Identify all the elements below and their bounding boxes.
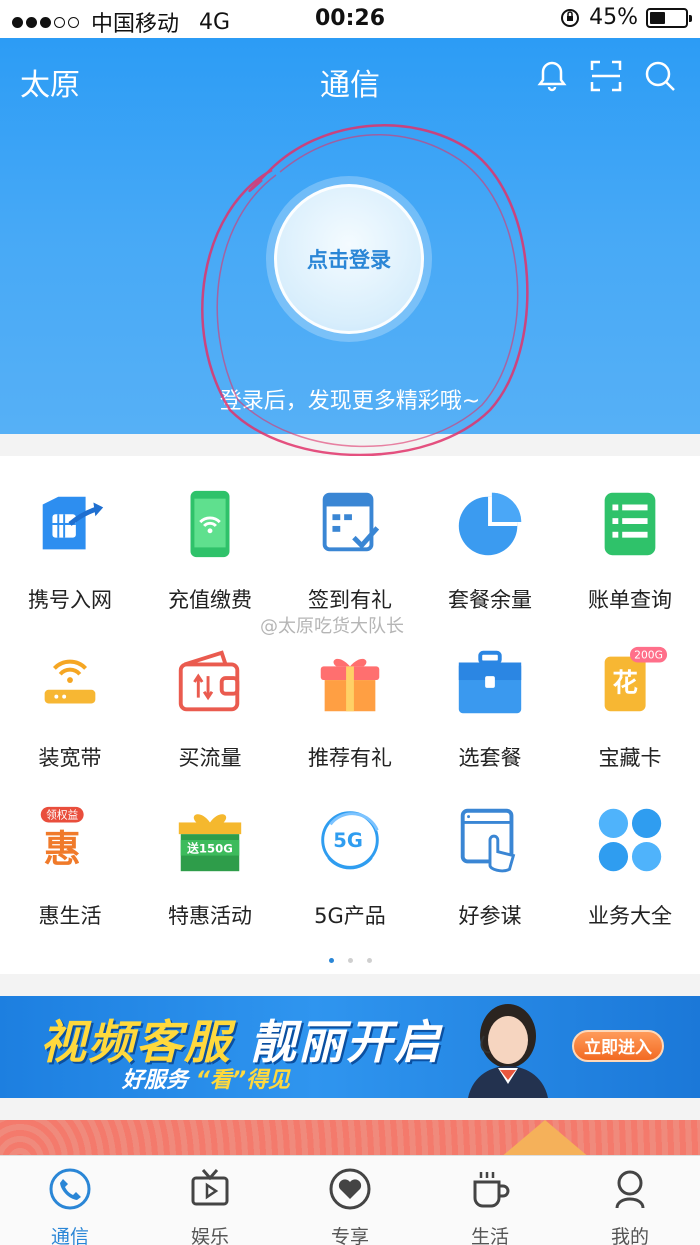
service-label: 充值缴费 [168,588,252,612]
checkin-calendar-icon [310,484,390,564]
login-ring: 点击登录 [266,176,432,342]
service-bill-list[interactable]: 账单查询 [560,484,700,642]
tab-cup[interactable]: 生活 [420,1156,560,1245]
bell-icon[interactable] [534,58,570,94]
tab-label: 专享 [330,1226,369,1245]
service-gift-box[interactable]: 推荐有礼 [280,642,420,800]
service-label: 特惠活动 [168,904,252,928]
service-label: 装宽带 [38,746,102,770]
tab-label: 我的 [610,1226,649,1245]
service-label: 账单查询 [588,588,672,612]
tab-heart[interactable]: 专享 [280,1156,420,1245]
login-tip: 登录后，发现更多精彩哦~ [219,389,481,414]
service-promo-gift[interactable]: 送150G 特惠活动 [140,800,280,958]
search-icon[interactable] [642,58,678,94]
service-treasure-card[interactable]: 花 200G 宝藏卡 [560,642,700,800]
banner-title-white: 靓丽开启 [250,1015,443,1069]
service-label: 签到有礼 [308,588,392,612]
svg-text:200G: 200G [634,649,663,662]
service-grid: 携号入网 充值缴费 签到有礼 套餐余量 账单查询装宽带 买流量 推荐有礼 选套餐 花 200G 宝藏… [0,484,700,958]
svg-text:送150G: 送150G [186,842,233,856]
tab-label: 娱乐 [190,1226,229,1245]
page-dot[interactable] [347,958,353,963]
treasure-card-icon: 花 200G [590,642,670,722]
service-5g[interactable]: 5G 5G产品 [280,800,420,958]
data-wallet-icon [170,642,250,722]
service-label: 5G产品 [314,904,386,928]
service-briefcase[interactable]: 选套餐 [420,642,560,800]
page-dot[interactable] [328,958,334,963]
all-services-icon [590,800,670,880]
service-label: 推荐有礼 [308,746,392,770]
service-label: 选套餐 [458,746,522,770]
enter-now-button[interactable]: 立即进入 [572,1030,664,1062]
watermark: @太原吃货大队长 [260,616,404,637]
service-grid-panel: 携号入网 充值缴费 签到有礼 套餐余量 账单查询装宽带 买流量 推荐有礼 选套餐 花 200G 宝藏… [0,456,700,974]
cup-icon [467,1166,513,1216]
sim-transfer-icon [30,484,110,564]
svg-text:领权益: 领权益 [46,809,78,822]
rotation-lock-icon [561,8,580,27]
login-button[interactable]: 点击登录 [274,184,424,334]
svg-text:花: 花 [612,668,637,698]
tab-label: 生活 [470,1226,509,1245]
service-label: 宝藏卡 [598,746,662,770]
service-label: 买流量 [178,746,242,770]
agent-photo-icon [468,1004,548,1098]
battery-icon [646,7,692,28]
service-data-wallet[interactable]: 买流量 [140,642,280,800]
heart-icon [327,1166,373,1216]
promo-strip [0,1120,700,1158]
tv-icon [187,1166,233,1216]
status-bar: 中国移动 4G 00:26 45% [0,0,700,38]
banner-subtitle: 好服务 “看”得见 [122,1062,290,1094]
briefcase-icon [450,642,530,722]
router-icon [30,642,110,722]
service-pie-chart[interactable]: 套餐余量 [420,484,560,642]
phone-wifi-icon [170,484,250,564]
phone-icon [47,1166,93,1216]
banner-subtitle-white: 好服务 [122,1068,189,1093]
service-hui-life[interactable]: 领权益惠惠生活 [0,800,140,958]
service-label: 携号入网 [28,588,112,612]
service-label: 套餐余量 [448,588,532,612]
bill-list-icon [590,484,670,564]
service-label: 好参谋 [458,904,522,928]
scan-icon[interactable] [588,58,624,94]
tab-phone[interactable]: 通信 [0,1156,140,1245]
page-dot[interactable] [366,958,372,963]
page-indicator [0,958,700,963]
hui-life-icon: 领权益惠 [30,800,110,880]
service-sim-transfer[interactable]: 携号入网 [0,484,140,642]
advisor-touch-icon [450,800,530,880]
user-icon [607,1166,653,1216]
video-service-banner[interactable]: 视频客服 靓丽开启 好服务 “看”得见 立即进入 [0,996,700,1098]
service-router[interactable]: 装宽带 [0,642,140,800]
bottom-tab-bar: 通信 娱乐 专享 生活 我的 [0,1155,700,1245]
service-phone-wifi[interactable]: 充值缴费 [140,484,280,642]
tab-label: 通信 [50,1226,89,1245]
service-all-services[interactable]: 业务大全 [560,800,700,958]
service-label: 惠生活 [38,904,102,928]
5g-icon: 5G [310,800,390,880]
battery-percent: 45% [589,5,638,30]
banner-title-yellow: 视频客服 [40,1015,232,1069]
header: 太原 通信 点击登录 登录后，发现更多精彩哦~ [0,38,700,434]
banner-subtitle-yellow: “看”得见 [195,1068,291,1093]
pie-chart-icon [450,484,530,564]
promo-gift-icon: 送150G [170,800,250,880]
gift-box-icon [310,642,390,722]
service-label: 业务大全 [588,904,672,928]
svg-text:惠: 惠 [44,827,81,870]
svg-text:5G: 5G [333,829,363,852]
service-advisor-touch[interactable]: 好参谋 [420,800,560,958]
tab-tv[interactable]: 娱乐 [140,1156,280,1245]
tab-user[interactable]: 我的 [560,1156,700,1245]
